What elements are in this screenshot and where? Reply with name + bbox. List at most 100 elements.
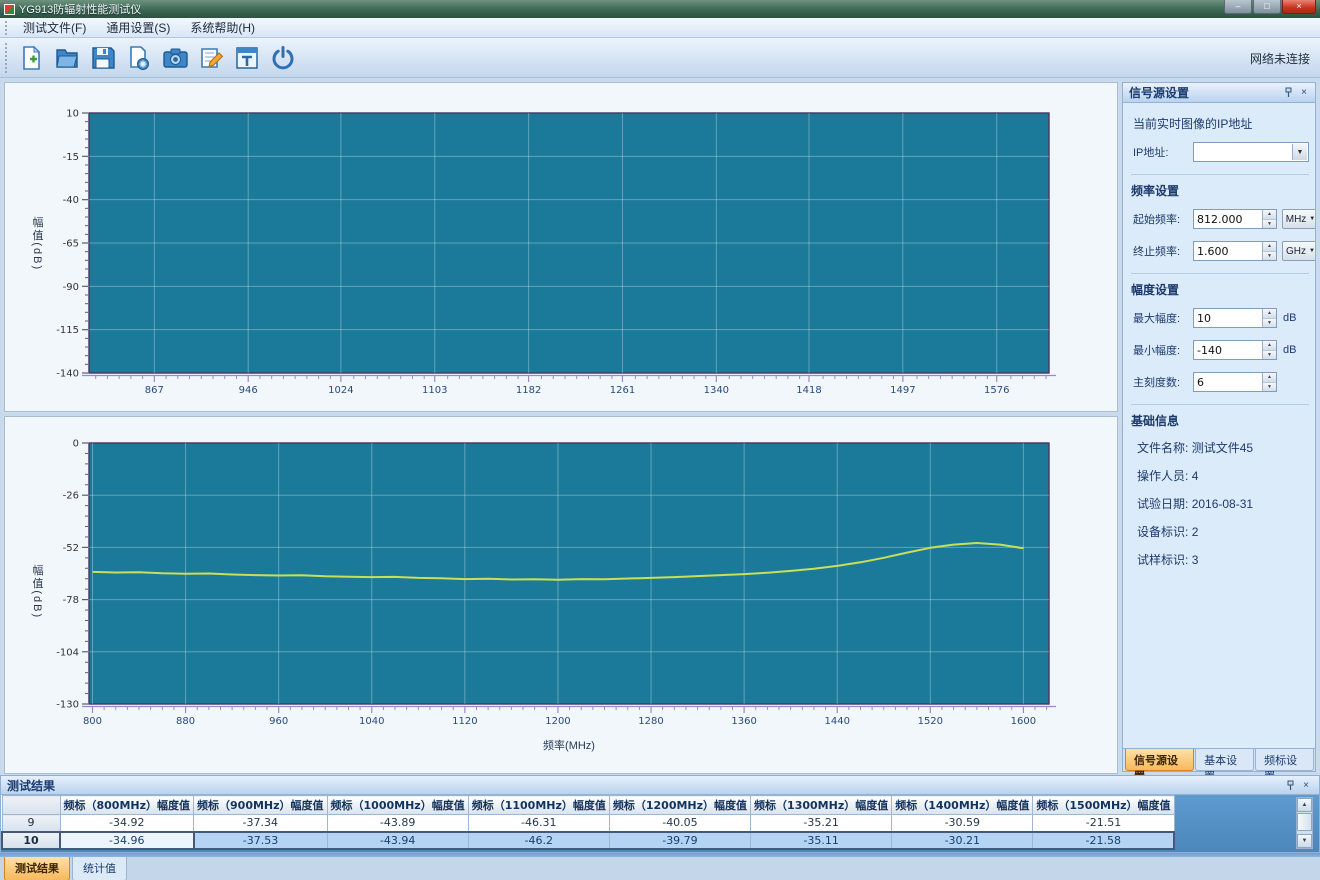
min-amplitude-field[interactable]: ▲▼ [1193,340,1277,360]
start-frequency-label: 起始频率: [1133,211,1193,227]
chart-canvas[interactable]: 8679461024110311821261134014181497157610… [5,83,1117,411]
stop-frequency-input[interactable] [1194,242,1262,260]
start-frequency-stepper[interactable]: ▲▼ [1262,210,1276,228]
table-cell[interactable]: -21.51 [1033,815,1174,832]
report-window-icon [234,45,260,71]
min-amplitude-stepper[interactable]: ▲▼ [1262,341,1276,359]
column-header[interactable]: 频标（1500MHz）幅度值 [1033,796,1174,815]
edit-icon [198,45,225,71]
power-button[interactable] [265,41,301,75]
column-header[interactable]: 频标（1000MHz）幅度值 [327,796,468,815]
svg-text:-52: -52 [63,543,79,554]
trace-chart-panel[interactable]: 幅值(dB) 频率(MHz) 8008809601040112012001280… [4,416,1118,774]
results-table[interactable]: 频标（800MHz）幅度值频标（900MHz）幅度值频标（1000MHz）幅度值… [1,795,1175,850]
maximize-button[interactable]: □ [1253,0,1281,14]
max-amplitude-stepper[interactable]: ▲▼ [1262,309,1276,327]
column-header[interactable]: 频标（1200MHz）幅度值 [609,796,750,815]
frequency-group-title: 频率设置 [1131,174,1309,199]
tab-test-results[interactable]: 测试结果 [4,857,70,880]
column-header[interactable]: 频标（1100MHz）幅度值 [468,796,609,815]
major-ticks-field[interactable]: ▲▼ [1193,372,1277,392]
stop-frequency-stepper[interactable]: ▲▼ [1262,242,1276,260]
stop-frequency-unit-dropdown[interactable]: GHz▼ [1282,241,1315,261]
column-header[interactable]: 频标（1400MHz）幅度值 [892,796,1033,815]
table-cell[interactable]: -40.05 [609,815,750,832]
results-panel-header: 测试结果 × [1,776,1319,795]
table-cell[interactable]: -35.11 [751,832,892,849]
table-cell[interactable]: -46.31 [468,815,609,832]
spectrum-chart-panel[interactable]: 幅值(dB) 867946102411031182126113401418149… [4,82,1118,412]
export-file-button[interactable] [121,41,157,75]
pin-icon[interactable] [1283,779,1297,792]
report-button[interactable] [229,41,265,75]
table-cell[interactable]: -37.53 [194,832,328,849]
edit-record-button[interactable] [193,41,229,75]
table-cell[interactable]: -34.96 [60,832,194,849]
chevron-down-icon[interactable]: ▼ [1292,144,1307,160]
close-button[interactable]: × [1282,0,1316,14]
test-date-info: 试验日期: 2016-08-31 [1137,495,1309,512]
row-number-cell[interactable]: 9 [2,815,60,832]
table-cell[interactable]: -21.58 [1033,832,1174,849]
table-cell[interactable]: -43.89 [327,815,468,832]
operator-info: 操作人员: 4 [1137,467,1309,484]
results-scrollbar[interactable]: ▲ ▼ [1296,797,1313,849]
max-amplitude-field[interactable]: ▲▼ [1193,308,1277,328]
stop-frequency-label: 终止频率: [1133,243,1193,259]
chart-canvas[interactable]: 8008809601040112012001280136014401520160… [5,417,1117,773]
major-ticks-stepper[interactable]: ▲▼ [1262,373,1276,391]
new-file-button[interactable] [13,41,49,75]
scroll-up-icon[interactable]: ▲ [1297,798,1312,812]
table-cell[interactable]: -43.94 [327,832,468,849]
tab-statistics[interactable]: 统计值 [72,857,127,880]
svg-text:1340: 1340 [704,385,729,396]
menu-gripper[interactable] [4,20,9,35]
toolbar-gripper[interactable] [4,42,9,73]
chevron-down-icon: ▼ [1309,248,1315,254]
scroll-down-icon[interactable]: ▼ [1297,834,1312,848]
table-cell[interactable]: -35.21 [751,815,892,832]
signal-source-panel: 信号源设置 × 当前实时图像的IP地址 IP地址: ▼ 频率设置 起始频率: ▲… [1122,82,1316,772]
screenshot-button[interactable] [157,41,193,75]
table-row: 10-34.96-37.53-43.94-46.2-39.79-35.11-30… [2,832,1174,849]
table-cell[interactable]: -30.59 [892,815,1033,832]
svg-text:-15: -15 [63,152,79,163]
menu-system-help[interactable]: 系统帮助(H) [180,17,265,38]
tab-signal-source-settings[interactable]: 信号源设置 [1125,749,1194,771]
row-number-cell[interactable]: 10 [2,832,60,849]
start-frequency-unit-dropdown[interactable]: MHz▼ [1282,209,1315,229]
table-cell[interactable]: -37.34 [194,815,328,832]
column-header[interactable]: 频标（1300MHz）幅度值 [751,796,892,815]
table-cell[interactable]: -39.79 [609,832,750,849]
svg-text:1103: 1103 [422,385,447,396]
panel-close-icon[interactable]: × [1299,779,1313,792]
menu-test-file[interactable]: 测试文件(F) [13,17,96,38]
menu-general-settings[interactable]: 通用设置(S) [96,17,180,38]
minimize-button[interactable]: – [1224,0,1252,14]
table-cell[interactable]: -46.2 [468,832,609,849]
svg-text:800: 800 [83,716,102,727]
pin-icon[interactable] [1281,86,1295,99]
ip-section-label: 当前实时图像的IP地址 [1133,115,1309,132]
start-frequency-input[interactable] [1194,210,1262,228]
column-header[interactable]: 频标（900MHz）幅度值 [194,796,328,815]
table-cell[interactable]: -34.92 [60,815,194,832]
tab-basic-settings[interactable]: 基本设置 [1195,749,1254,771]
chart0-y-axis-label: 幅值(dB) [29,216,45,271]
min-amplitude-input[interactable] [1194,341,1262,359]
scrollbar-thumb[interactable] [1297,813,1312,831]
tab-marker-settings[interactable]: 频标设置 [1255,749,1314,771]
start-frequency-field[interactable]: ▲▼ [1193,209,1277,229]
open-file-button[interactable] [49,41,85,75]
column-header[interactable]: 频标（800MHz）幅度值 [60,796,194,815]
max-amplitude-input[interactable] [1194,309,1262,327]
table-cell[interactable]: -30.21 [892,832,1033,849]
svg-text:1520: 1520 [918,716,943,727]
major-ticks-input[interactable] [1194,373,1262,391]
save-file-button[interactable] [85,41,121,75]
panel-close-icon[interactable]: × [1297,86,1311,99]
svg-text:867: 867 [145,385,164,396]
ip-address-combobox[interactable]: ▼ [1193,142,1309,162]
power-icon [270,45,296,71]
stop-frequency-field[interactable]: ▲▼ [1193,241,1277,261]
